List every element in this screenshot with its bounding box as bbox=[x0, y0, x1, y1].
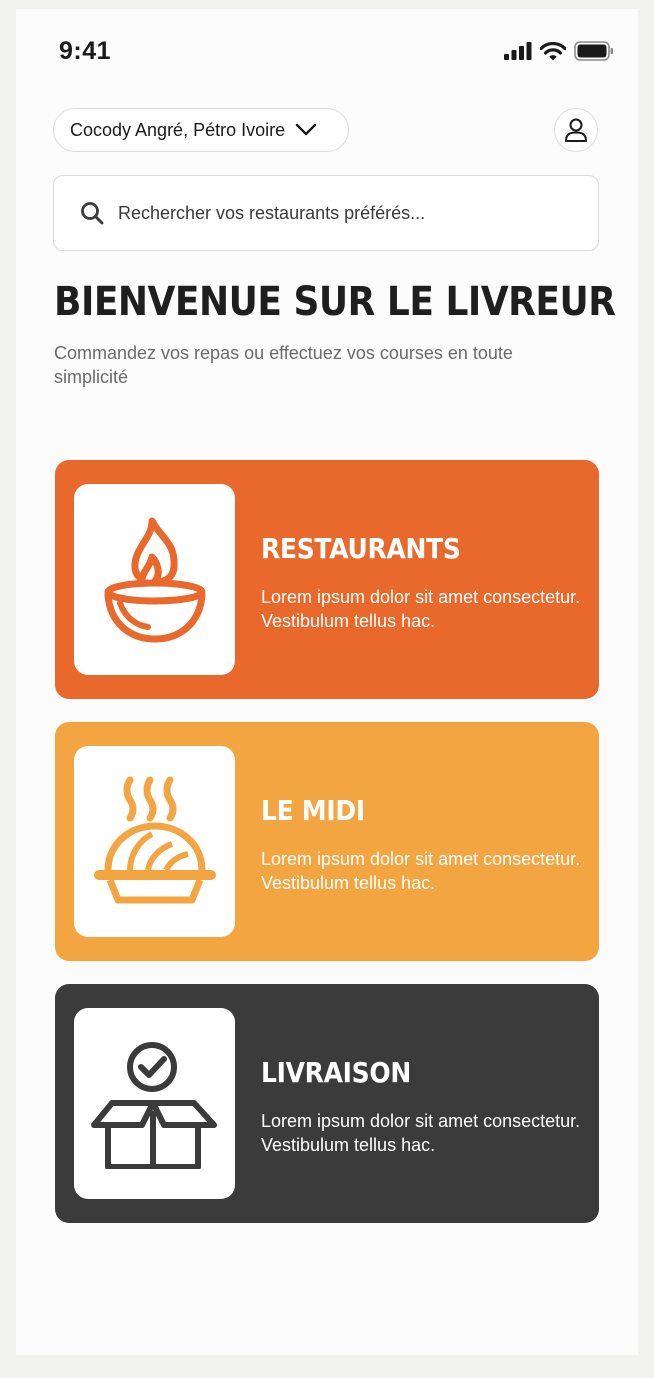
user-icon bbox=[565, 118, 587, 142]
page-subtitle: Commandez vos repas ou effectuez vos cou… bbox=[54, 343, 513, 387]
card-description: Lorem ipsum dolor sit amet consectetur. … bbox=[261, 1111, 581, 1155]
card-icon-container bbox=[74, 746, 235, 937]
search-input[interactable]: Rechercher vos restaurants préférés... bbox=[53, 175, 599, 251]
le-midi-card[interactable]: LE MIDI Lorem ipsum dolor sit amet conse… bbox=[55, 722, 599, 961]
card-description: Lorem ipsum dolor sit amet consectetur. … bbox=[261, 849, 581, 893]
chevron-down-icon bbox=[295, 123, 317, 136]
signal-bars-icon bbox=[504, 42, 532, 60]
location-selector[interactable]: Cocody Angré, Pétro Ivoire bbox=[53, 108, 349, 152]
card-description: Lorem ipsum dolor sit amet consectetur. … bbox=[261, 587, 581, 631]
battery-icon bbox=[574, 41, 613, 61]
card-title: RESTAURANTS bbox=[261, 532, 461, 565]
wifi-icon bbox=[540, 41, 566, 60]
card-icon-container bbox=[74, 1008, 235, 1199]
restaurants-card[interactable]: RESTAURANTS Lorem ipsum dolor sit amet c… bbox=[55, 460, 599, 699]
search-placeholder: Rechercher vos restaurants préférés... bbox=[118, 202, 426, 223]
status-icons bbox=[504, 41, 614, 61]
status-time: 9:41 bbox=[59, 37, 112, 65]
location-label: Cocody Angré, Pétro Ivoire bbox=[70, 119, 286, 140]
profile-button[interactable] bbox=[554, 108, 598, 152]
app-screen: 9:41 Cocody Angré, Pétro Ivoire Recherch… bbox=[16, 9, 638, 1355]
delivery-box-check-icon bbox=[90, 1041, 217, 1169]
card-title: LE MIDI bbox=[261, 794, 365, 827]
search-icon bbox=[81, 202, 104, 225]
hot-dish-icon bbox=[93, 776, 216, 903]
livraison-card[interactable]: LIVRAISON Lorem ipsum dolor sit amet con… bbox=[55, 984, 599, 1223]
flame-bowl-icon bbox=[104, 517, 205, 643]
card-icon-container bbox=[74, 484, 235, 675]
page-title: BIENVENUE SUR LE LIVREUR bbox=[54, 279, 616, 325]
card-title: LIVRAISON bbox=[261, 1056, 411, 1089]
